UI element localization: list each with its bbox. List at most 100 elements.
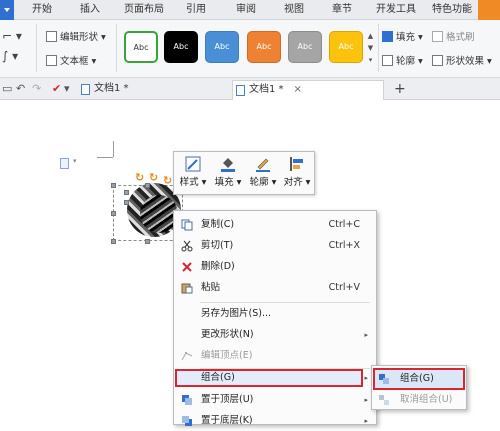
shape-style-black[interactable]: Abc [164, 31, 198, 63]
menu-item-send-to-back[interactable]: 置于底层(K) ▸ [174, 411, 376, 431]
undo-icon[interactable]: ↶ [16, 82, 25, 96]
format-painter-button[interactable]: 格式刷 [432, 30, 475, 46]
text-box-button[interactable]: 文本框 ▾ [46, 54, 96, 70]
submenu-item-group[interactable]: 组合(G) [372, 370, 466, 388]
app-menu-button[interactable] [0, 0, 14, 20]
menu-item-copy[interactable]: 复制(C) Ctrl+C [174, 215, 376, 235]
submenu-arrow-icon: ▸ [364, 331, 368, 339]
close-icon[interactable]: × [294, 84, 302, 95]
resize-handle[interactable] [111, 239, 116, 244]
send-to-back-icon [182, 416, 192, 426]
tab-view[interactable]: 视图 [284, 0, 304, 20]
ribbon-tab-bar: 开始 插入 页面布局 引用 审阅 视图 章节 开发工具 特色功能 [0, 0, 500, 20]
edit-points-icon [181, 352, 193, 361]
outline-button[interactable]: 轮廓 ▾ [382, 54, 423, 70]
format-painter-icon [432, 31, 443, 42]
quick-access-icon[interactable]: ▭ [2, 82, 12, 96]
style-gallery-scroll[interactable]: ▲ ▼ ▾ [366, 30, 375, 66]
ungroup-icon [379, 395, 389, 405]
menu-item-paste[interactable]: 粘贴 Ctrl+V [174, 278, 376, 298]
align-icon [290, 157, 303, 171]
tab-developer[interactable]: 开发工具 [376, 0, 416, 20]
tab-section[interactable]: 章节 [332, 0, 352, 20]
ribbon-panel: ⌐ ▾ ∫ ▾ 编辑形状 ▾ 文本框 ▾ Abc Abc Abc Abc Abc… [0, 20, 500, 78]
paragraph-layout-icon[interactable] [60, 157, 77, 169]
bring-to-front-icon [182, 395, 192, 405]
doc-tab-1[interactable]: 文档1 * [78, 80, 129, 100]
shape-draw-tools: ⌐ ▾ ∫ ▾ [2, 26, 32, 70]
shape-style-yellow[interactable]: Abc [329, 31, 363, 63]
delete-x-icon [182, 262, 192, 272]
resize-handle[interactable] [111, 183, 116, 188]
mini-align-button[interactable]: 对齐 ▾ [280, 155, 314, 193]
paste-icon [181, 283, 193, 294]
mini-style-button[interactable]: 样式 ▾ [176, 155, 210, 193]
ribbon-separator [116, 24, 117, 72]
scissors-icon [181, 240, 193, 252]
tab-page-layout[interactable]: 页面布局 [124, 0, 164, 20]
shape-style-blue[interactable]: Abc [205, 31, 239, 63]
tab-insert[interactable]: 插入 [80, 0, 100, 20]
group-icon [379, 374, 389, 384]
submenu-item-ungroup: 取消组合(U) [372, 391, 466, 409]
ribbon-end-button[interactable] [478, 0, 500, 20]
fill-bucket-icon [382, 31, 393, 42]
tab-special-features[interactable]: 特色功能 [432, 0, 472, 20]
resize-handle[interactable] [145, 239, 150, 244]
shape-style-orange[interactable]: Abc [247, 31, 281, 63]
menu-item-save-as-picture[interactable]: 另存为图片(S)... [174, 304, 376, 324]
ribbon-separator [378, 24, 379, 72]
menu-item-cut[interactable]: 剪切(T) Ctrl+X [174, 236, 376, 256]
rotate-handle-icon[interactable]: ↻ [163, 174, 172, 187]
menu-item-delete[interactable]: 删除(D) [174, 257, 376, 277]
tab-references[interactable]: 引用 [186, 0, 206, 20]
rotate-handle-icon[interactable]: ↻ [149, 171, 158, 184]
edit-shape-button[interactable]: 编辑形状 ▾ [46, 30, 106, 46]
tab-review[interactable]: 审阅 [236, 0, 256, 20]
line-tool-icon[interactable]: ⌐ ▾ [2, 26, 32, 46]
doc-tab-2[interactable]: 文档1 * × [232, 80, 384, 100]
floating-mini-toolbar: 样式 ▾ 填充 ▾ 轮廓 ▾ 对齐 ▾ [173, 151, 315, 195]
resize-handle[interactable] [111, 211, 116, 216]
curve-tool-icon[interactable]: ∫ ▾ [2, 46, 32, 66]
chevron-up-icon[interactable]: ▲ [366, 30, 375, 42]
shape-effects-button[interactable]: 形状效果 ▾ [432, 54, 492, 70]
shape-style-white[interactable]: Abc [124, 31, 158, 63]
text-box-icon [46, 55, 57, 66]
dropdown-icon[interactable]: ▾ [64, 82, 70, 96]
copy-icon [181, 219, 193, 231]
edit-shape-icon [46, 31, 57, 42]
menu-item-edit-points: 编辑顶点(E) [174, 346, 376, 366]
submenu-arrow-icon: ▸ [364, 396, 368, 404]
new-tab-icon[interactable]: + [394, 81, 406, 97]
fill-bucket-icon [221, 158, 235, 172]
menu-item-bring-to-front[interactable]: 置于顶层(U) ▸ [174, 390, 376, 410]
submenu-arrow-icon: ▸ [364, 417, 368, 425]
more-icon[interactable]: ▾ [366, 54, 375, 66]
outline-pen-icon [382, 55, 393, 66]
rotate-handle-icon[interactable]: ↻ [135, 171, 144, 184]
pin-icon[interactable]: ✔ [52, 82, 61, 96]
shape-style-gray[interactable]: Abc [288, 31, 322, 63]
submenu-arrow-icon: ▸ [364, 374, 368, 382]
ribbon-separator [36, 24, 37, 72]
chevron-down-icon[interactable]: ▼ [366, 42, 375, 54]
outline-pen-icon [256, 158, 270, 172]
redo-icon[interactable]: ↷ [32, 82, 41, 96]
mini-fill-button[interactable]: 填充 ▾ [211, 155, 245, 193]
shape-effects-icon [432, 55, 443, 66]
menu-item-change-shape[interactable]: 更改形状(N) ▸ [174, 325, 376, 345]
margin-marker [113, 141, 114, 157]
shape-style-icon [185, 156, 201, 172]
margin-marker [97, 157, 113, 158]
document-icon [236, 85, 245, 96]
resize-handle[interactable] [124, 200, 129, 205]
menu-item-group[interactable]: 组合(G) ▸ [174, 368, 376, 388]
fill-button[interactable]: 填充 ▾ [382, 30, 423, 46]
document-tab-bar: ▭ ↶ ↷ ✔ ▾ 文档1 * 文档1 * × + [0, 78, 500, 100]
document-icon [81, 84, 90, 95]
menu-separator [200, 302, 370, 303]
resize-handle[interactable] [124, 190, 129, 195]
tab-home[interactable]: 开始 [32, 0, 52, 20]
mini-outline-button[interactable]: 轮廓 ▾ [246, 155, 280, 193]
